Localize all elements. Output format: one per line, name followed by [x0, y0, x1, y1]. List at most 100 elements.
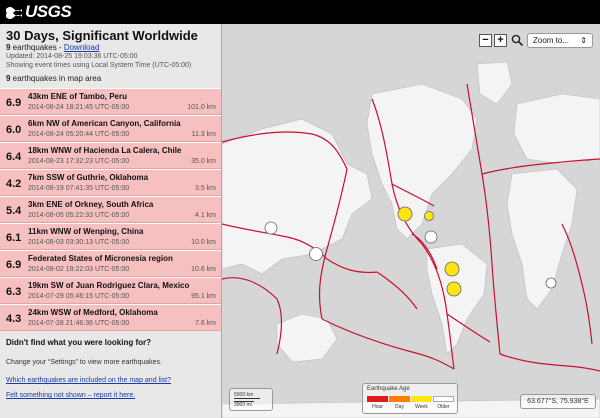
list-item[interactable]: 6.9 43km ENE of Tambo, Peru 2014-08-24 1… [0, 88, 221, 115]
depth: 3.5 km [194, 185, 216, 192]
place: Federated States of Micronesia region [28, 254, 173, 263]
place: 7km SSW of Guthrie, Oklahoma [28, 173, 149, 182]
event-time: 2014-07-28 21:46:36 UTC-05:00 [28, 320, 130, 327]
plate-boundary [321, 318, 455, 370]
count-suffix: earthquakes - [10, 43, 64, 52]
australia-land [276, 313, 338, 363]
place: 24km WSW of Medford, Oklahoma [28, 308, 158, 317]
event-time: 2014-07-29 05:46:15 UTC-05:00 [28, 293, 130, 300]
age-legend: Earthquake Age Hour Day Week Older [362, 383, 458, 414]
depth: 95.1 km [191, 293, 216, 300]
legend-swatch-older [433, 396, 454, 402]
world-map [222, 61, 600, 418]
event-time: 2014-08-03 03:30:13 UTC-05:00 [28, 239, 130, 246]
place: 43km ENE of Tambo, Peru [28, 92, 127, 101]
legend-title: Earthquake Age [367, 386, 410, 392]
depth: 10.0 km [191, 239, 216, 246]
included-earthquakes-link[interactable]: Which earthquakes are included on the ma… [6, 377, 171, 384]
in-area-line: 9 earthquakes in map area [6, 74, 101, 83]
event-time: 2014-08-24 05:20:44 UTC-05:00 [28, 131, 130, 138]
list-item[interactable]: 6.3 19km SW of Juan Rodriguez Clara, Mex… [0, 277, 221, 304]
magnitude: 6.9 [6, 97, 22, 109]
magnitude: 5.4 [6, 205, 22, 217]
page-title: 30 Days, Significant Worldwide [6, 28, 198, 43]
download-link[interactable]: Download [64, 43, 100, 52]
place: 3km ENE of Orkney, South Africa [28, 200, 154, 209]
magnitude: 6.1 [6, 232, 22, 244]
list-item[interactable]: 6.9 Federated States of Micronesia regio… [0, 250, 221, 277]
place: 19km SW of Juan Rodriguez Clara, Mexico [28, 281, 190, 290]
quake-marker-south-africa [545, 277, 557, 289]
event-time: 2014-08-23 17:32:23 UTC-05:00 [28, 158, 130, 165]
place: 11km WNW of Wenping, China [28, 227, 144, 236]
earthquake-list: 6.9 43km ENE of Tambo, Peru 2014-08-24 1… [0, 88, 221, 331]
list-item[interactable]: 4.2 7km SSW of Guthrie, Oklahoma 2014-08… [0, 169, 221, 196]
depth: 10.6 km [191, 266, 216, 273]
quake-marker-micronesia [309, 247, 323, 261]
zoom-to-label: Zoom to... [533, 36, 570, 45]
in-area-suffix: earthquakes in map area [10, 74, 102, 83]
list-item[interactable]: 6.4 18km WNW of Hacienda La Calera, Chil… [0, 142, 221, 169]
quake-marker-chile [446, 281, 462, 297]
not-found-heading: Didn't find what you were looking for? [6, 338, 152, 347]
depth: 35.0 km [191, 158, 216, 165]
chevron-updown-icon: ⇕ [580, 36, 587, 45]
legend-label-week: Week [415, 404, 428, 410]
sidebar: 30 Days, Significant Worldwide 9 earthqu… [0, 24, 222, 418]
legend-swatch-hour [367, 396, 388, 402]
depth: 11.3 km [191, 131, 216, 138]
report-felt-link[interactable]: Felt something not shown – report it her… [6, 392, 135, 399]
depth: 101.0 km [187, 104, 216, 111]
top-bar: USGS [0, 0, 600, 24]
legend-label-hour: Hour [372, 404, 383, 410]
cursor-coordinates: 63.677°S, 75.938°E [520, 394, 596, 409]
europe-land [513, 93, 600, 165]
plate-boundary [222, 277, 283, 355]
north-america-land [366, 83, 478, 240]
place: 6km NW of American Canyon, California [28, 119, 181, 128]
magnitude: 6.0 [6, 124, 22, 136]
eurasia-land [222, 118, 373, 275]
quake-marker-oklahoma-2 [424, 211, 434, 221]
magnitude: 4.3 [6, 313, 22, 325]
plate-boundary [561, 223, 593, 345]
map-area[interactable]: − + Zoom to... ⇕ 5000 km 3000 mi Earthqu… [222, 24, 600, 418]
plate-boundary [326, 258, 378, 274]
magnitude: 6.9 [6, 259, 22, 271]
landmasses [222, 61, 600, 418]
updated-time: Updated: 2014-08-25 19:03:36 UTC-05:00 [6, 53, 138, 60]
list-item[interactable]: 6.1 11km WNW of Wenping, China 2014-08-0… [0, 223, 221, 250]
legend-label-older: Older [437, 404, 450, 410]
quake-marker-peru [444, 261, 460, 277]
usgs-logo[interactable]: USGS [6, 2, 72, 21]
logo-text: USGS [25, 2, 72, 21]
south-america-land [426, 243, 488, 355]
magnitude: 4.2 [6, 178, 22, 190]
list-item[interactable]: 5.4 3km ENE of Orkney, South Africa 2014… [0, 196, 221, 223]
settings-hint: Change your “Settings” to view more eart… [6, 359, 163, 366]
zoom-out-button[interactable]: − [479, 34, 492, 47]
timezone-note: Showing event times using Local System T… [6, 62, 192, 69]
legend-label-day: Day [395, 404, 404, 410]
plate-boundary [499, 353, 600, 372]
magnitude: 6.4 [6, 151, 22, 163]
event-time: 2014-08-05 05:22:33 UTC-05:00 [28, 212, 130, 219]
list-item[interactable]: 4.3 24km WSW of Medford, Oklahoma 2014-0… [0, 304, 221, 331]
zoom-to-select[interactable]: Zoom to... ⇕ [527, 33, 593, 48]
depth: 4.1 km [194, 212, 216, 219]
legend-swatch-week [411, 396, 432, 402]
event-time: 2014-08-02 19:22:03 UTC-05:00 [28, 266, 130, 273]
depth: 7.6 km [194, 320, 216, 327]
scale-bar: 5000 km 3000 mi [229, 388, 273, 411]
quake-marker-oklahoma [397, 206, 413, 222]
magnitude: 6.3 [6, 286, 22, 298]
quake-marker-china [264, 221, 278, 235]
plate-boundary [376, 271, 418, 310]
list-item[interactable]: 6.0 6km NW of American Canyon, Californi… [0, 115, 221, 142]
scale-mi: 3000 mi [234, 401, 254, 408]
place: 18km WNW of Hacienda La Calera, Chile [28, 146, 182, 155]
magnifier-icon[interactable] [511, 34, 524, 47]
zoom-in-button[interactable]: + [494, 34, 507, 47]
legend-swatch-day [389, 396, 410, 402]
scale-km: 5000 km [234, 392, 260, 399]
